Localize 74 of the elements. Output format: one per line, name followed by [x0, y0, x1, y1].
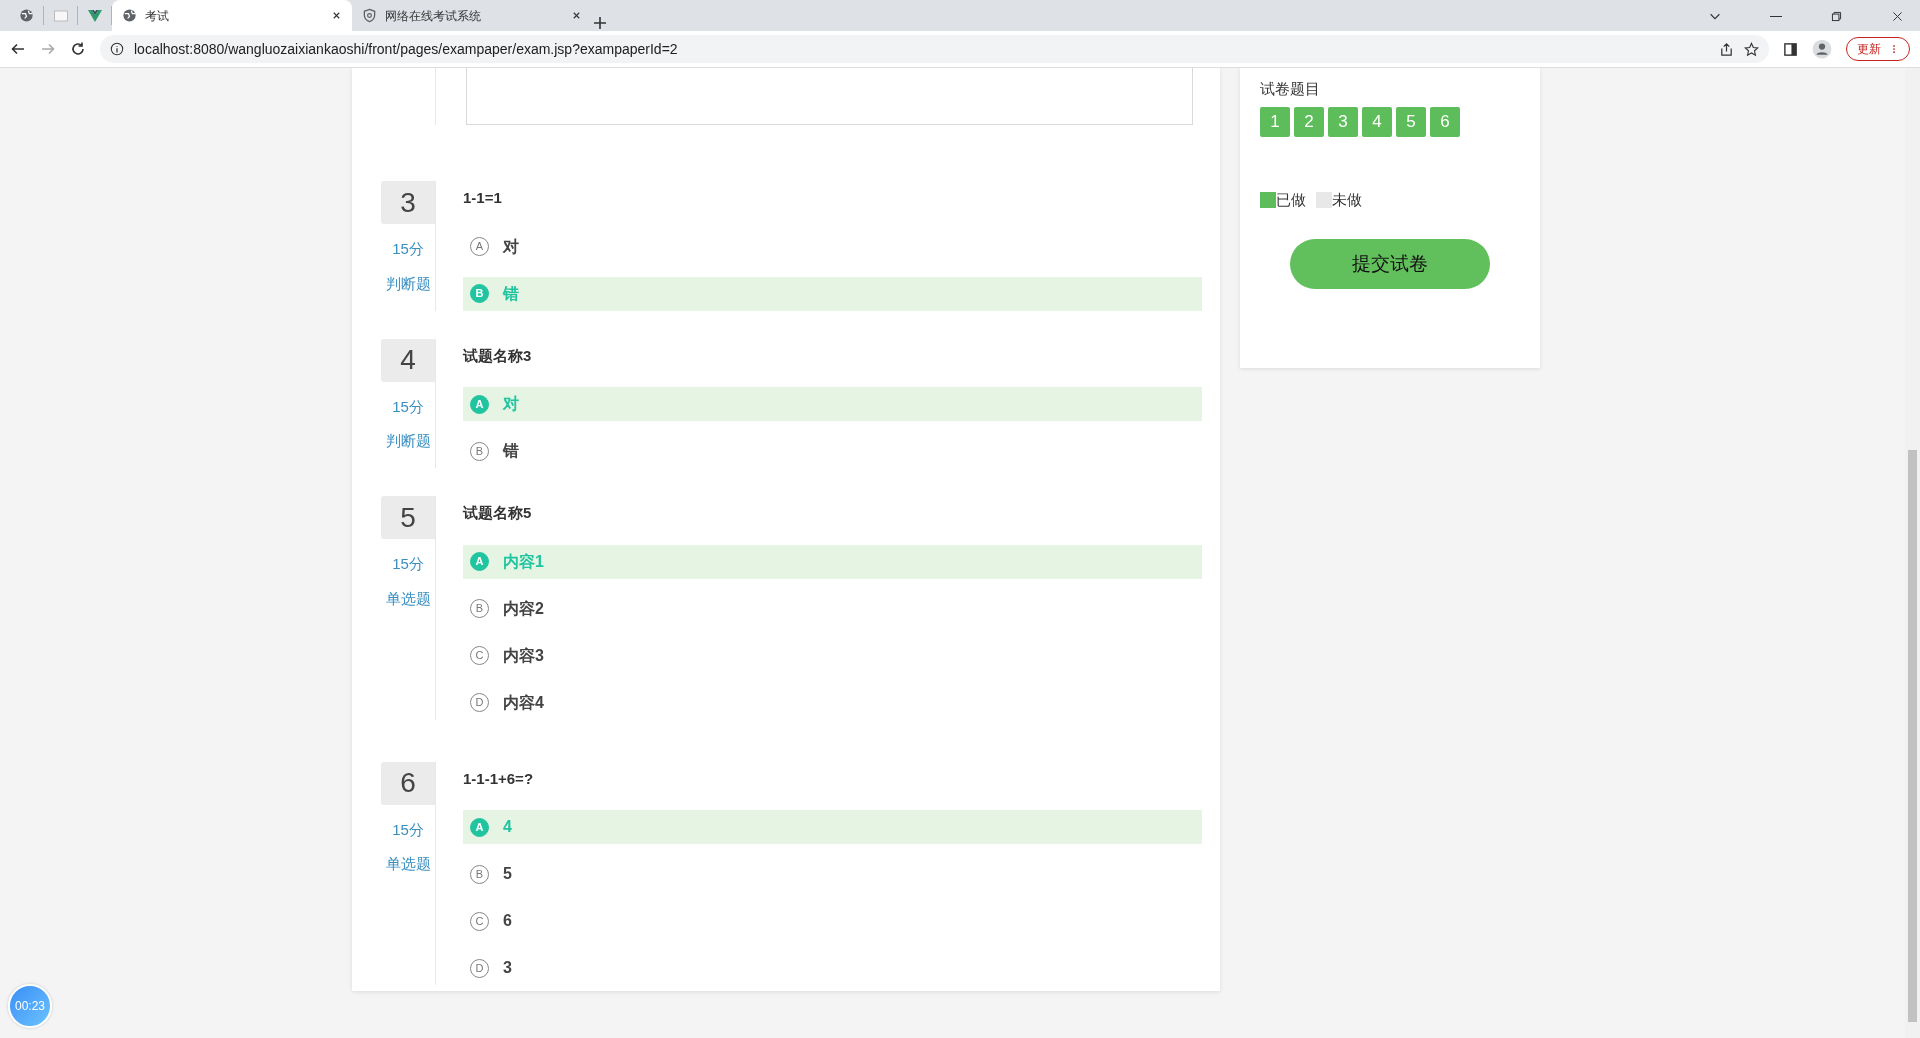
option-text: 5 [503, 864, 512, 884]
question-score: 15分 [391, 239, 425, 259]
option-letter: A [470, 552, 489, 571]
answer-option[interactable]: B 5 [463, 857, 1202, 891]
option-text: 内容3 [503, 645, 544, 666]
option-text: 6 [503, 911, 512, 931]
question-score: 15分 [391, 819, 425, 840]
answer-option[interactable]: A 对 [463, 229, 1202, 264]
question-type: 判断题 [384, 431, 432, 451]
browser-tab[interactable]: 网络在线考试系统 [352, 0, 592, 31]
option-letter: B [470, 284, 489, 303]
tab-title: 考试 [145, 7, 170, 25]
blank-page-icon [52, 7, 69, 24]
info-icon [110, 42, 124, 56]
question-number: 6 [381, 761, 435, 805]
forward-arrow-icon [40, 41, 56, 57]
back-arrow-icon [10, 41, 26, 57]
question-title: 试题名称5 [463, 503, 533, 523]
profile-icon [1812, 39, 1832, 59]
url-text: localhost:8080/wangluozaixiankaoshi/front/pages/exampaper/exam.jsp?exampaperId=2 [134, 39, 679, 59]
submit-button[interactable]: 提交试卷 [1290, 239, 1490, 289]
globe-icon [19, 8, 34, 23]
answer-option[interactable]: B 错 [463, 434, 1202, 468]
close-icon [1891, 9, 1904, 23]
option-text: 内容2 [503, 598, 544, 619]
option-text: 对 [503, 394, 519, 414]
question-number: 4 [381, 338, 435, 382]
close-icon [331, 10, 342, 21]
legend-label: 已做 [1276, 189, 1306, 210]
answer-option[interactable]: D 内容4 [463, 685, 1202, 720]
scrollbar-thumb[interactable] [1908, 450, 1917, 1022]
option-letter: A [470, 817, 489, 837]
option-text: 对 [503, 236, 519, 257]
option-text: 内容1 [503, 551, 544, 572]
v-logo-icon [86, 7, 103, 24]
option-text: 3 [503, 958, 512, 978]
question-score: 15分 [391, 396, 425, 417]
browser-tab[interactable]: 考试 [112, 0, 352, 31]
reload-icon [70, 41, 86, 57]
side-panel-icon [1783, 41, 1798, 57]
question-title: 试题名称3 [463, 345, 533, 366]
option-text: 错 [503, 283, 519, 304]
answer-option[interactable]: C 6 [463, 904, 1202, 938]
minimize-icon[interactable] [1770, 15, 1782, 17]
answer-option[interactable]: D 3 [463, 951, 1202, 985]
tab-title: 网络在线考试系统 [385, 7, 482, 25]
option-text: 4 [503, 817, 512, 837]
address-bar[interactable]: localhost:8080/wangluozaixiankaoshi/front/pages/exampaper/exam.jsp?exampaperId=2 [100, 35, 1769, 63]
answer-option[interactable]: B 内容2 [463, 591, 1202, 626]
close-icon [571, 10, 582, 21]
question-title: 1-1-1+6=? [463, 768, 535, 789]
question-title: 1-1=1 [463, 188, 503, 208]
question-type: 判断题 [384, 273, 432, 294]
new-tab-icon [592, 15, 608, 31]
share-icon [1719, 41, 1734, 57]
legend-swatch [1260, 191, 1276, 208]
question-number: 3 [381, 181, 435, 224]
panel-title: 试卷题目 [1260, 79, 1321, 99]
answer-box[interactable] [466, 68, 1193, 125]
restore-icon [1830, 9, 1843, 23]
answer-option[interactable]: C 内容3 [463, 638, 1202, 673]
timer-badge: 00:23 [8, 984, 52, 1028]
question-type: 单选题 [384, 854, 432, 874]
shield-icon [362, 8, 377, 23]
option-letter: A [470, 394, 489, 414]
question-type: 单选题 [384, 588, 432, 609]
legend-label: 未做 [1332, 189, 1362, 210]
globe-icon [122, 8, 137, 23]
option-text: 内容4 [503, 692, 544, 713]
update-button[interactable]: 更新 [1846, 37, 1910, 61]
question-number: 5 [381, 496, 435, 539]
option-text: 错 [503, 441, 519, 461]
star-icon [1744, 41, 1759, 57]
question-score: 15分 [391, 554, 425, 574]
